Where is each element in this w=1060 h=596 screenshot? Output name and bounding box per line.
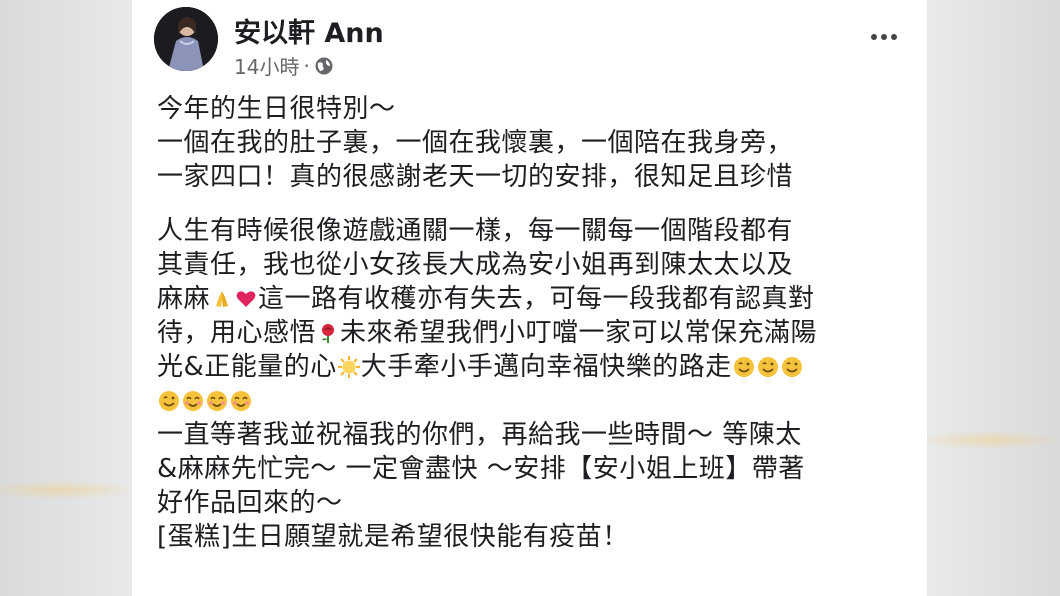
line-text: 大手牽小手邁向幸福快樂的路走 <box>360 352 732 382</box>
line-text: 光&正能量的心 <box>157 352 337 382</box>
post-line: &麻麻先忙完～ 一定會盡快 ～安排【安小姐上班】帶著 <box>157 454 805 484</box>
line-text: 待，用心感悟 <box>157 318 317 348</box>
smiling-face-emoji <box>231 391 251 411</box>
post-line: 一家四口！真的很感謝老天一切的安排，很知足且珍惜 <box>157 162 794 192</box>
red-heart-emoji <box>236 291 256 307</box>
winking-face-emoji <box>757 357 778 377</box>
post-line: 一個在我的肚子裏，一個在我懷裏，一個陪在我身旁， <box>157 128 794 158</box>
sun-with-face-emoji <box>337 356 360 378</box>
post-line: 光&正能量的心 大手牽小手邁向幸福快樂的路走 <box>157 350 917 384</box>
post-line: 待，用心感悟 未來希望我們小叮噹一家可以常保充滿陽 <box>157 316 917 350</box>
emoji-line <box>157 384 917 418</box>
post-time[interactable]: 14小時 <box>234 51 299 80</box>
post-line: 其責任，我也從小女孩長大成為安小姐再到陳太太以及 <box>157 250 794 280</box>
post-line: 一直等著我並祝福我的你們，再給我一些時間～ 等陳太 <box>157 420 802 450</box>
post-line: 人生有時候很像遊戲通關一樣，每一關每一個階段都有 <box>157 216 794 246</box>
line-text: 未來希望我們小叮噹一家可以常保充滿陽 <box>340 318 818 348</box>
winking-face-emoji <box>733 357 754 377</box>
winking-face-emoji <box>159 391 179 411</box>
post-line: 今年的生日很特別～ <box>157 94 396 124</box>
post-line: 好作品回來的～ <box>157 488 343 518</box>
smiling-face-emoji <box>207 391 227 411</box>
winking-face-emoji <box>781 357 802 377</box>
line-text: 麻麻 <box>157 284 211 314</box>
globe-icon[interactable] <box>314 56 334 76</box>
author-name[interactable]: 安以軒 Ann <box>234 11 384 50</box>
avatar[interactable] <box>154 7 218 71</box>
post-line: [蛋糕]生日願望就是希望很快能有疫苗！ <box>157 522 629 552</box>
folded-hands-emoji <box>216 291 229 307</box>
meta-separator: · <box>303 53 310 78</box>
post-meta: 14小時 · <box>234 51 334 80</box>
post-line: 麻麻 這一路有收穫亦有失去，可每一段我都有認真對 <box>157 282 917 316</box>
smiling-face-emoji <box>183 391 203 411</box>
more-options-icon[interactable] <box>864 25 904 49</box>
rose-emoji <box>322 324 335 343</box>
avatar-image <box>154 7 218 71</box>
post-body: 今年的生日很特別～ 一個在我的肚子裏，一個在我懷裏，一個陪在我身旁， 一家四口！… <box>157 92 917 554</box>
post-card: 安以軒 Ann 14小時 · 今年的生日很特別～ 一個在我的肚子裏，一個在我懷裏… <box>132 0 927 596</box>
post-header: 安以軒 Ann 14小時 · <box>154 5 904 85</box>
line-text: 這一路有收穫亦有失去，可每一段我都有認真對 <box>258 284 815 314</box>
